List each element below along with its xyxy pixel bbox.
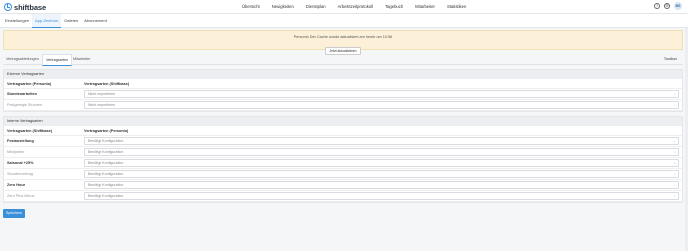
sub-nav: Einstellungen App-Zentrum Dateien Abonne… [0,14,688,28]
nav-item-uebersicht[interactable]: Übersicht [236,0,266,14]
row-label: Saisonal +25% [7,161,34,165]
external-header-row: Vertragsarten (Personio) Vertragsarten (… [4,79,682,89]
toolbox-button[interactable]: Toolbox [664,54,677,64]
cache-banner: Personio Der Cache wurde aktualisiert am… [3,30,683,55]
row-label: Zero Hour [7,183,26,187]
tab-app-zentrum[interactable]: App-Zentrum [32,14,62,28]
external-col2-header: Vertragsarten (Shiftbase) [84,82,130,86]
contract-type-select[interactable]: Benötigt Konfiguration [84,148,679,157]
nav-item-neuigkeiten[interactable]: Neuigkeiten [266,0,300,14]
nav-item-mitarbeiter[interactable]: Mitarbeiter [409,0,441,14]
banner-message: Personio Der Cache wurde aktualisiert am… [293,35,393,39]
internal-contract-types-card: Interne Vertragsarten Vertragsarten (Shi… [3,116,683,203]
tab-vertragsabteilungen[interactable]: Vertragsabteilungen [3,54,42,64]
gear-icon[interactable]: ⚙ [664,3,670,9]
table-row: Stundenvertrag Benötigt Konfiguration [4,169,682,180]
table-row: Zero Plus Minus Benötigt Konfiguration [4,191,682,202]
top-bar: shiftbase Übersicht Neuigkeiten Dienstpl… [0,0,688,14]
table-row: Festanstellung Benötigt Konfiguration [4,136,682,147]
tab-vertragsarten[interactable]: Vertragsarten [42,54,73,66]
nav-item-dienstplan[interactable]: Dienstplan [300,0,332,14]
inner-tabs: Vertragsabteilungen Vertragsarten Mitarb… [3,54,683,66]
tab-einstellungen[interactable]: Einstellungen [2,14,32,28]
internal-col2-header: Vertragsarten (Personio) [84,129,129,133]
table-row: Zero Hour Benötigt Konfiguration [4,180,682,191]
contract-type-select[interactable]: Nicht importieren [84,90,679,99]
logo-icon [4,3,12,11]
contract-type-select[interactable]: Benötigt Konfiguration [84,159,679,168]
contract-type-select[interactable]: Nicht importieren [84,101,679,110]
nav-item-statistiken[interactable]: Statistiken [441,0,472,14]
shiftbase-logo[interactable]: shiftbase [4,2,46,12]
main-nav: Übersicht Neuigkeiten Dienstplan Arbeits… [236,0,472,14]
row-label: Festgelegte Stunden [7,103,43,107]
row-label: Festanstellung [7,139,34,143]
internal-header-row: Vertragsarten (Shiftbase) Vertragsarten … [4,126,682,136]
top-icons: ? ⚙ BS [654,2,682,10]
table-row: Minijobber Benötigt Konfiguration [4,147,682,158]
avatar[interactable]: BS [674,2,682,10]
contract-type-select[interactable]: Benötigt Konfiguration [84,192,679,201]
contract-type-select[interactable]: Benötigt Konfiguration [84,137,679,146]
internal-section-title: Interne Vertragsarten [4,117,682,126]
tab-mitarbeiter[interactable]: Mitarbeiter [70,54,93,64]
brand-name: shiftbase [14,2,47,12]
row-label: Stundenvertrag [7,172,33,176]
nav-item-arbeitszeitprotokoll[interactable]: Arbeitszeitprotokoll [332,0,379,14]
row-label: Minijobber [7,150,25,154]
tab-dateien[interactable]: Dateien [61,14,81,28]
row-label: Stundenarbeiten [7,92,37,96]
help-icon[interactable]: ? [654,3,660,9]
internal-col1-header: Vertragsarten (Shiftbase) [7,129,53,133]
external-contract-types-card: Externe Vertragsarten Vertragsarten (Per… [3,69,683,112]
external-section-title: Externe Vertragsarten [4,70,682,79]
table-row: Saisonal +25% Benötigt Konfiguration [4,158,682,169]
nav-item-tagebuch[interactable]: Tagebuch [379,0,409,14]
table-row: Stundenarbeiten Nicht importieren [4,89,682,100]
contract-type-select[interactable]: Benötigt Konfiguration [84,181,679,190]
contract-type-select[interactable]: Benötigt Konfiguration [84,170,679,179]
external-col1-header: Vertragsarten (Personio) [7,82,52,86]
row-label: Zero Plus Minus [7,194,35,198]
save-button[interactable]: Speichern [3,209,25,218]
tab-abonnement[interactable]: Abonnement [81,14,110,28]
table-row: Festgelegte Stunden Nicht importieren [4,100,682,111]
